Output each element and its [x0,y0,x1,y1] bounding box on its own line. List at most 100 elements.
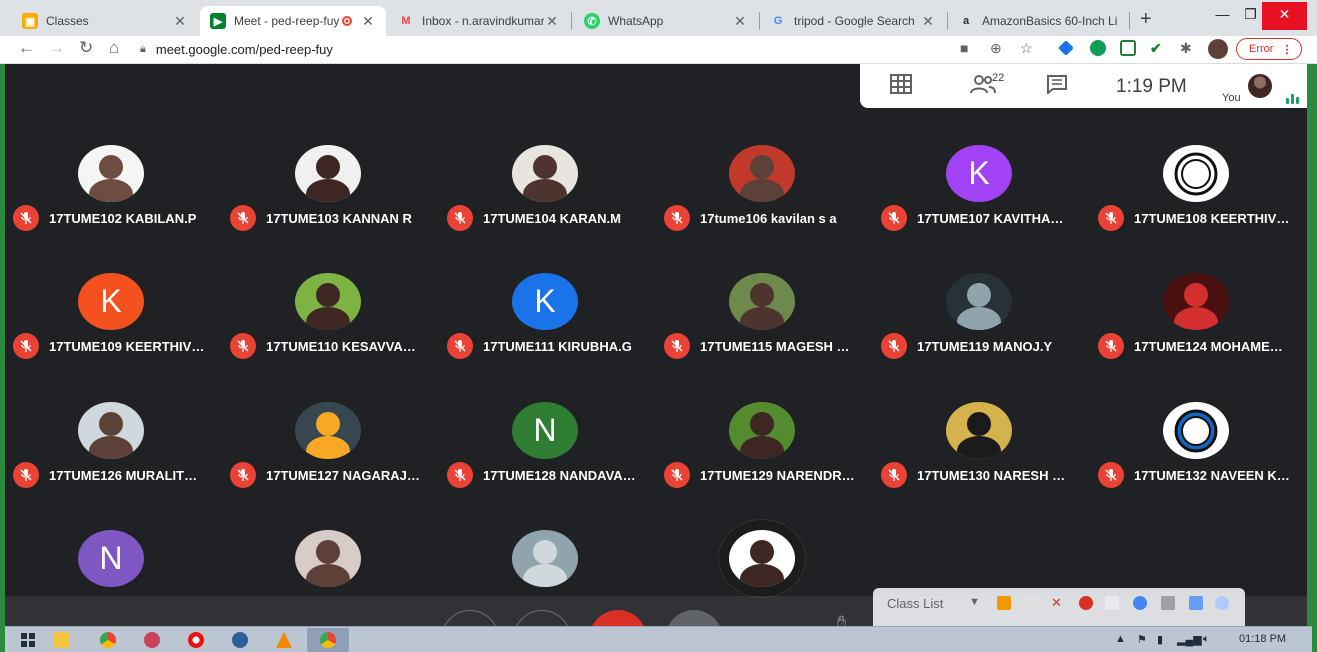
sheets-extension-icon[interactable] [1120,40,1136,56]
amazon-icon: a [962,15,970,27]
participant-tile[interactable]: 17TUME102 KABILAN.P [5,126,222,254]
participant-tile[interactable]: 17TUME126 MURALIT… [5,383,222,511]
participant-tile[interactable]: N 17TUME128 NANDAVA… [439,383,656,511]
participant-tile[interactable]: K 17TUME111 KIRUBHA.G [439,254,656,382]
vlc-taskbar-icon[interactable] [263,628,305,652]
volume-icon[interactable]: 🔈︎ [1203,633,1210,646]
mic-off-icon [13,333,39,359]
tab-classes[interactable]: ▣ Classes ✕ [12,6,198,36]
avatar-letter: N [533,412,557,448]
tab-google-search[interactable]: G tripod - Google Search ✕ [760,6,946,36]
network-icon[interactable]: ▂▄▆ [1177,633,1202,646]
participant-tile[interactable]: 17TUME124 MOHAME… [1090,254,1307,382]
help-icon[interactable] [1215,596,1229,610]
participant-tile[interactable]: 17TUME108 KEERTHIV… [1090,126,1307,254]
participant-photo-avatar [295,145,361,202]
more-vert-icon: ⋮ [1281,43,1293,56]
image-icon[interactable] [1189,596,1203,610]
zoom-icon[interactable]: ⊕ [990,40,1002,57]
reload-icon[interactable]: ↻ [79,38,93,58]
participant-tile[interactable]: 17tume106 kavilan s a [656,126,873,254]
mic-off-icon [664,205,690,231]
windows-taskbar: ▲ ⚑ ▮ ▂▄▆ 🔈︎ 01:18 PM [5,626,1312,652]
close-icon[interactable]: ✕ [544,13,560,30]
file-explorer-icon[interactable] [40,628,82,652]
battery-icon[interactable]: ▮ [1157,633,1163,646]
chrome-active-taskbar-icon[interactable] [307,628,349,652]
flag-icon[interactable]: ⚑ [1137,633,1147,646]
close-red-icon[interactable]: ✕ [1051,596,1065,610]
extension-icon[interactable] [1058,40,1074,56]
app-taskbar-icon[interactable] [219,628,261,652]
chrome-taskbar-icon[interactable] [87,628,129,652]
participant-tile[interactable]: 17TUME129 NARENDR… [656,383,873,511]
address-bar[interactable]: 🔒︎ meet.google.com/ped-reep-fuy [140,37,1040,61]
participant-tile[interactable]: 17TUME104 KARAN.M [439,126,656,254]
close-icon[interactable]: ✕ [172,13,188,30]
participant-tile[interactable]: 17TUME127 NAGARAJ… [222,383,439,511]
profile-avatar[interactable] [1208,39,1228,59]
tab-meet[interactable]: ▶ Meet - ped-reep-fuy ✕ [200,6,386,36]
self-avatar[interactable] [1248,74,1272,98]
participant-tile[interactable]: K 17TUME107 KAVITHA… [873,126,1090,254]
participant-name: 17TUME109 KEERTHIV… [49,338,205,354]
globe-icon[interactable] [1133,596,1147,610]
check-extension-icon[interactable]: ✔ [1150,40,1162,57]
error-button[interactable]: Error ⋮ [1236,38,1302,60]
participant-nameplate: 17tume106 kavilan s a [664,205,870,231]
close-icon[interactable]: ✕ [360,13,376,30]
record-icon[interactable] [1079,596,1093,610]
whatsapp-icon: ✆ [584,13,600,29]
folder-icon[interactable] [997,596,1011,610]
participant-tile[interactable]: K 17TUME109 KEERTHIV… [5,254,222,382]
participant-tile[interactable]: 17TUME130 NARESH … [873,383,1090,511]
chat-icon[interactable] [1046,74,1068,100]
list-icon[interactable] [1161,596,1175,610]
mic-off-icon [447,205,473,231]
participant-name: 17TUME107 KAVITHA… [917,210,1064,226]
participant-tile[interactable]: 17TUME115 MAGESH … [656,254,873,382]
participant-tile[interactable]: 17TUME110 KESAVVA… [222,254,439,382]
mic-off-icon [1098,333,1124,359]
close-icon[interactable]: ✕ [732,13,748,30]
tab-title: WhatsApp [608,14,664,28]
tray-arrow-icon[interactable]: ▲ [1115,633,1126,645]
participant-nameplate: 17TUME104 KARAN.M [447,205,653,231]
app-taskbar-icon[interactable] [131,628,173,652]
participant-tile[interactable]: 17TUME103 KANNAN R [222,126,439,254]
tab-gmail[interactable]: M Inbox - n.aravindkumar@ ✕ [388,6,570,36]
star-icon[interactable]: ☆ [1020,40,1033,57]
participant-tile[interactable]: 17TUME132 NAVEEN K… [1090,383,1307,511]
window-close-button[interactable]: ✕ [1262,2,1307,30]
tab-title: Meet - ped-reep-fuy [234,14,340,28]
meeting-clock: 1:19 PM [1116,76,1187,97]
mic-off-icon [881,462,907,488]
tab-separator [1129,12,1130,30]
extension-icon[interactable] [1090,40,1106,56]
mic-off-icon [664,333,690,359]
chevron-down-icon[interactable]: ▼ [969,596,980,608]
hand-icon[interactable]: ✋︎ [837,614,846,626]
tab-whatsapp[interactable]: ✆ WhatsApp ✕ [574,6,758,36]
participant-name: 17TUME119 MANOJ.Y [917,338,1053,354]
participant-photo-avatar [512,530,578,587]
home-icon[interactable]: ⌂ [109,38,119,58]
grid-view-icon[interactable] [890,74,912,100]
participant-tile[interactable]: 17TUME119 MANOJ.Y [873,254,1090,382]
opera-taskbar-icon[interactable] [175,628,217,652]
participant-nameplate: 17TUME107 KAVITHA… [881,205,1087,231]
lock-icon: 🔒︎ [140,42,146,55]
clipboard-icon[interactable] [1105,596,1119,610]
forward-arrow-icon[interactable]: → [48,38,65,58]
camera-icon[interactable]: ■ [960,40,968,56]
calendar-icon[interactable] [1023,596,1037,610]
new-tab-button[interactable]: + [1140,8,1152,31]
browser-tab-strip: ▣ Classes ✕ ▶ Meet - ped-reep-fuy ✕ M In… [0,0,1317,36]
back-arrow-icon[interactable]: ← [18,38,35,58]
participant-initial-avatar: K [946,145,1012,202]
class-list-panel[interactable]: Class List ▼ ✕ [873,588,1245,626]
close-icon[interactable]: ✕ [920,13,936,30]
tab-amazon[interactable]: a AmazonBasics 60-Inch Li [948,6,1128,36]
puzzle-icon[interactable]: ✱ [1180,40,1192,57]
mic-off-icon [447,333,473,359]
